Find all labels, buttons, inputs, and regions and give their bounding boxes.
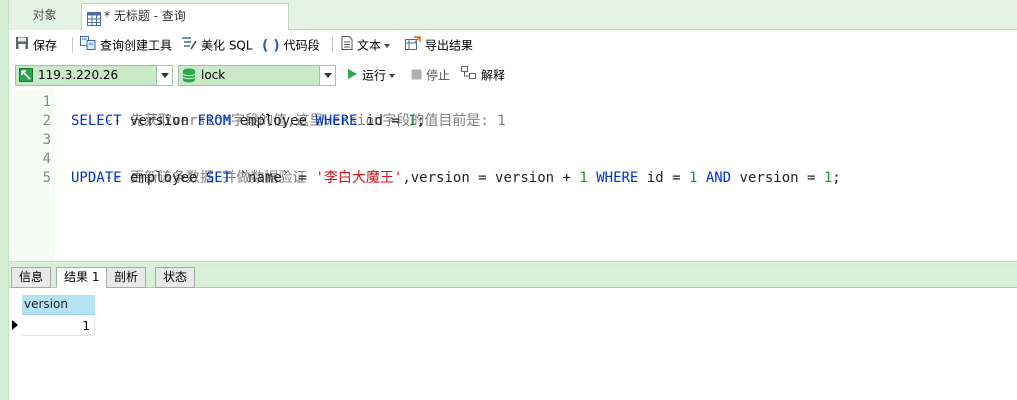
tab-status[interactable]: 状态 xyxy=(155,267,196,288)
tab-info[interactable]: 信息 xyxy=(11,267,52,288)
sql-keyword: UPDATE xyxy=(71,170,122,186)
sql-text: `name` = xyxy=(231,170,316,186)
left-edge-strip xyxy=(0,0,9,400)
sql-text: ,version = version + xyxy=(402,170,580,186)
beautify-icon xyxy=(181,36,197,55)
query-builder-icon xyxy=(80,36,96,55)
code-snippet-icon: ( ) xyxy=(262,37,280,54)
line-number: 5 xyxy=(42,170,51,186)
sql-keyword: WHERE xyxy=(596,170,639,186)
line-number: 1 xyxy=(42,94,51,110)
code-line-1: -- 先获取version字段的值,这里version字段的值目前是: 1 xyxy=(71,93,506,129)
text-mode-label: 文本 xyxy=(357,38,382,53)
chevron-down-icon xyxy=(384,43,391,48)
sql-number: 1 xyxy=(579,170,588,186)
code-line-4: -- 更新该条数据 并做数据验证 xyxy=(71,150,307,186)
toolbar-separator xyxy=(332,37,333,53)
beautify-sql-button[interactable]: 美化 SQL xyxy=(181,36,253,54)
code-line-2: SELECT version FROM employee WHERE id = … xyxy=(71,112,425,131)
sql-number: 1 xyxy=(408,113,417,129)
tab-result-1[interactable]: 结果 1 xyxy=(56,267,108,288)
explain-button[interactable]: 解释 xyxy=(461,66,505,84)
save-label: 保存 xyxy=(33,38,58,53)
run-label: 运行 xyxy=(362,68,387,83)
line-number: 3 xyxy=(42,132,51,148)
sql-editor[interactable]: 1 2 3 4 5 -- 先获取version字段的值,这里version字段的… xyxy=(9,90,1017,261)
grid-cell[interactable]: 1 xyxy=(22,317,95,336)
document-tab-bar: 对象 * 无标题 - 查询 xyxy=(9,0,1017,30)
sql-text: version = xyxy=(731,170,824,186)
code-snippet-label: 代码段 xyxy=(283,38,320,53)
sql-string: '李白大魔王' xyxy=(315,170,403,186)
sql-text: employee xyxy=(121,170,206,186)
connection-toolbar: 119.3.220.26 lock 运行 停止 解释 xyxy=(9,60,1017,90)
chevron-down-icon xyxy=(389,73,396,78)
stop-button[interactable]: 停止 xyxy=(411,66,450,84)
sql-text: ; xyxy=(832,170,841,186)
code-line-5: UPDATE employee SET `name` = '李白大魔王',ver… xyxy=(71,169,841,188)
sql-keyword: WHERE xyxy=(315,113,358,129)
beautify-sql-label: 美化 SQL xyxy=(201,38,253,53)
tab-query[interactable]: * 无标题 - 查询 xyxy=(81,3,289,30)
tab-profile[interactable]: 剖析 xyxy=(106,267,147,288)
database-select[interactable]: lock xyxy=(178,65,336,86)
text-mode-button[interactable]: 文本 xyxy=(341,36,391,55)
database-icon xyxy=(182,68,196,89)
sql-text: id = xyxy=(638,170,689,186)
export-results-button[interactable]: 导出结果 xyxy=(405,36,473,54)
explain-label: 解释 xyxy=(481,68,506,83)
chevron-down-icon[interactable] xyxy=(156,66,172,85)
save-button[interactable]: 保存 xyxy=(15,36,57,54)
main-toolbar: 保存 查询创建工具 美化 SQL ( ) 代码段 文本 导出结果 xyxy=(9,30,1017,60)
tab-query-label: * 无标题 - 查询 xyxy=(104,9,186,23)
run-button[interactable]: 运行 xyxy=(346,66,396,85)
text-document-icon xyxy=(341,36,353,55)
stop-icon xyxy=(411,67,422,85)
sql-keyword: FROM xyxy=(197,113,232,129)
line-number: 2 xyxy=(42,113,51,129)
sql-text: ; xyxy=(416,113,426,129)
sql-text: employee xyxy=(231,113,316,129)
sql-keyword: AND xyxy=(705,170,732,186)
database-value: lock xyxy=(201,68,226,82)
connection-value: 119.3.220.26 xyxy=(38,68,119,82)
query-builder-button[interactable]: 查询创建工具 xyxy=(80,36,172,54)
connection-select[interactable]: 119.3.220.26 xyxy=(15,65,173,86)
line-number: 4 xyxy=(42,151,51,167)
tab-objects[interactable]: 对象 xyxy=(9,3,80,30)
sql-text: id = xyxy=(357,113,409,129)
sql-text: version xyxy=(121,113,198,129)
sql-keyword: SELECT xyxy=(71,113,122,129)
save-icon xyxy=(15,36,29,55)
connection-icon xyxy=(19,68,33,88)
export-results-label: 导出结果 xyxy=(425,38,474,53)
current-row-indicator-icon xyxy=(11,319,19,331)
sql-keyword: SET xyxy=(205,170,232,186)
column-header-version[interactable]: version xyxy=(22,295,95,315)
stop-label: 停止 xyxy=(426,68,451,83)
explain-icon xyxy=(461,66,477,85)
export-icon xyxy=(405,36,421,55)
code-snippet-button[interactable]: ( ) 代码段 xyxy=(262,36,320,54)
toolbar-separator xyxy=(72,37,73,53)
results-grid: version 1 xyxy=(9,288,1017,400)
play-icon xyxy=(346,67,358,85)
result-tab-bar: 信息 结果 1 剖析 状态 xyxy=(9,266,1017,288)
chevron-down-icon[interactable] xyxy=(319,66,335,85)
query-builder-label: 查询创建工具 xyxy=(100,38,173,53)
